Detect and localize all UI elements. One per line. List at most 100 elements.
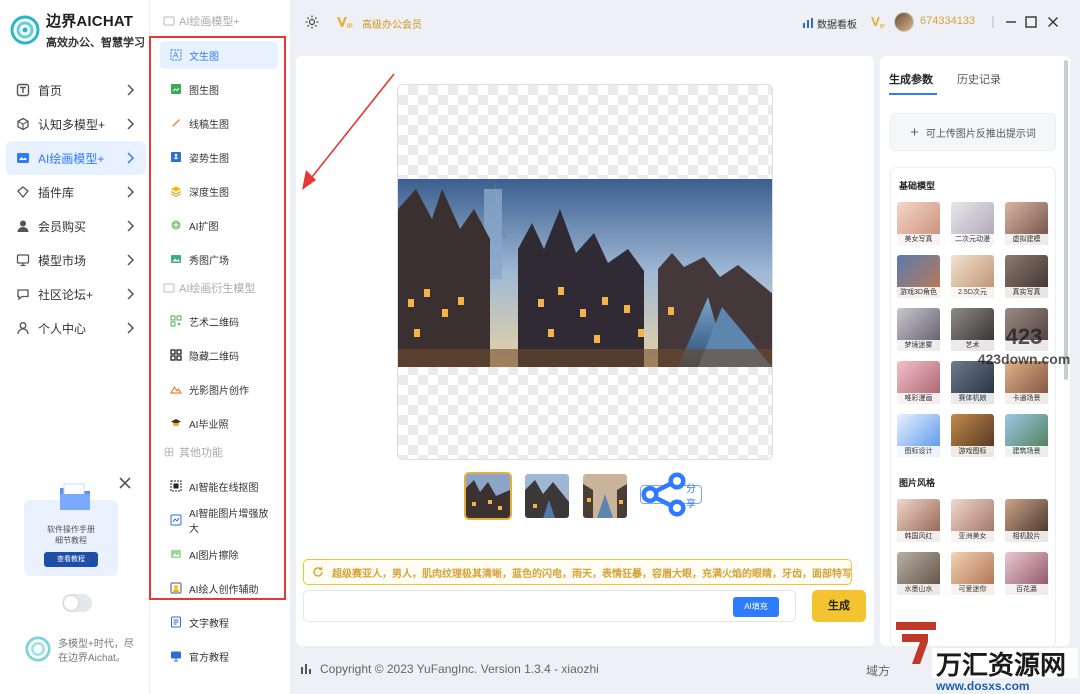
nav-label: 插件库 <box>38 185 75 200</box>
style-card[interactable]: 水墨山水 <box>897 552 940 595</box>
close-icon[interactable] <box>1044 13 1062 31</box>
style-card[interactable]: 韩国风红 <box>897 499 940 542</box>
refresh-icon[interactable] <box>312 566 324 578</box>
chevron-right-icon <box>127 84 135 96</box>
model-label: 卡通场景 <box>1005 393 1048 404</box>
model-card[interactable]: 建筑场景 <box>1005 414 1048 457</box>
gear-icon[interactable] <box>304 14 320 30</box>
thumbnail[interactable] <box>464 472 512 520</box>
submenu-item-art-qrcode[interactable]: 艺术二维码 <box>160 307 278 335</box>
svg-text:IP: IP <box>347 24 353 30</box>
nav-item-plugins[interactable]: 插件库 <box>6 175 146 209</box>
submenu-item-sketch-to-image[interactable]: 线稿生图 <box>160 109 278 137</box>
nav-item-model-market[interactable]: 模型市场 <box>6 243 146 277</box>
nav-item-forum[interactable]: 社区论坛+ <box>6 277 146 311</box>
folder-icon <box>60 483 90 510</box>
nav-item-home[interactable]: 首页 <box>6 73 146 107</box>
submenu-item-erase[interactable]: AI图片擦除 <box>160 540 278 568</box>
model-card[interactable]: 游戏3D角色 <box>897 255 940 298</box>
share-button[interactable]: 分享 <box>640 472 702 517</box>
footer-domain-label: 域方 <box>866 664 891 678</box>
thumbnail[interactable] <box>583 474 627 518</box>
style-card[interactable]: 相机胶片 <box>1005 499 1048 542</box>
style-card[interactable]: 亚洲美女 <box>951 499 994 542</box>
prompt-input[interactable]: AI填充 <box>303 590 796 622</box>
submenu-label: AI绘人创作辅助 <box>189 584 259 596</box>
mountain-icon <box>170 385 182 394</box>
avatar[interactable] <box>894 12 914 32</box>
submenu-item-light-shadow[interactable]: 光影图片创作 <box>160 375 278 403</box>
submenu-item-enhance[interactable]: AI智能图片增强放大 <box>160 506 278 535</box>
image-canvas[interactable] <box>397 84 773 460</box>
model-card[interactable]: 虚拟建模 <box>1005 202 1048 245</box>
submenu-item-ai-expand[interactable]: AI扩图 <box>160 211 278 239</box>
submenu-item-showcase[interactable]: 秀图广场 <box>160 245 278 273</box>
nav-item-multi-model[interactable]: 认知多模型+ <box>6 107 146 141</box>
generated-image[interactable] <box>398 179 773 367</box>
submenu-item-pose-to-image[interactable]: 姿势生图 <box>160 143 278 171</box>
dashboard-link[interactable]: 数据看板 <box>817 16 857 31</box>
ai-fill-button[interactable]: AI填充 <box>733 597 779 617</box>
submenu-label: 线稿生图 <box>189 119 229 131</box>
prompt-suggestion-bar[interactable]: 超级赛亚人，男人，肌肉纹理极其清晰，蓝色的闪电，雨天，表情狂暴，容眉大眼，充满火… <box>303 559 852 585</box>
model-card[interactable]: 图标设计 <box>897 414 940 457</box>
chevron-right-icon <box>127 288 135 300</box>
thumbnail[interactable] <box>525 474 569 518</box>
submenu-label: 官方教程 <box>189 652 229 664</box>
submenu-item-cutout[interactable]: AI智能在线抠图 <box>160 472 278 500</box>
submenu-item-hidden-qrcode[interactable]: 隐藏二维码 <box>160 341 278 369</box>
cutout-icon <box>170 480 182 492</box>
chevron-right-icon <box>127 220 135 232</box>
style-card[interactable]: 可爱迷你 <box>951 552 994 595</box>
base-models-title: 基础模型 <box>899 181 936 191</box>
style-card[interactable]: 百花瀛 <box>1005 552 1048 595</box>
nav-label: 模型市场 <box>38 253 87 268</box>
brand-logo[interactable]: 边界AICHAT 高效办公、智慧学习 <box>10 10 145 50</box>
image-icon <box>171 550 181 558</box>
submenu-item-image-to-image[interactable]: 图生图 <box>160 75 278 103</box>
maximize-icon[interactable] <box>1022 13 1040 31</box>
close-icon[interactable] <box>118 476 132 490</box>
model-card[interactable]: 二次元动漫 <box>951 202 994 245</box>
submenu-label: 姿势生图 <box>189 153 229 165</box>
submenu-item-text-to-image[interactable]: A 文生图 <box>160 41 278 69</box>
submenu-item-portrait-assist[interactable]: AI绘人创作辅助 <box>160 574 278 602</box>
canvas-icon <box>163 283 175 293</box>
tab-generate-params[interactable]: 生成参数 <box>889 71 933 87</box>
nav-item-personal-center[interactable]: 个人中心 <box>6 311 146 345</box>
tab-history[interactable]: 历史记录 <box>957 71 1001 87</box>
submenu-panel: AI绘画模型+ A 文生图 图生图 线稿生图 姿势生图 深度生图 AI扩图 秀图… <box>150 0 290 694</box>
market-icon <box>16 254 30 267</box>
enhance-icon <box>170 514 182 526</box>
vip-icon: IP <box>337 17 353 30</box>
view-tutorial-button[interactable]: 查看教程 <box>44 552 98 567</box>
sidebar: 边界AICHAT 高效办公、智慧学习 首页 认知多模型+ AI绘画模型+ 插件库… <box>0 0 150 694</box>
model-card[interactable]: 真实写真 <box>1005 255 1048 298</box>
submenu-label: 文字教程 <box>189 618 229 630</box>
pose-icon <box>171 152 181 162</box>
style-label: 可爱迷你 <box>951 584 994 595</box>
generate-button[interactable]: 生成 <box>812 590 866 622</box>
submenu-item-graduation-photo[interactable]: AI毕业照 <box>160 409 278 437</box>
chevron-right-icon <box>127 322 135 334</box>
model-label: 游戏3D角色 <box>897 287 940 298</box>
nav-item-membership[interactable]: 会员购买 <box>6 209 146 243</box>
submenu-item-text-tutorial[interactable]: 文字教程 <box>160 608 278 636</box>
vip-label[interactable]: 高级办公会员 <box>362 16 422 31</box>
upload-image-button[interactable]: + 可上传图片反推出提示词 <box>890 113 1056 151</box>
submenu-item-official-tutorial[interactable]: 官方教程 <box>160 642 278 670</box>
model-card[interactable]: 梦境迷雾 <box>897 308 940 351</box>
model-card[interactable]: 2.5D次元 <box>951 255 994 298</box>
model-card[interactable]: 游戏图标 <box>951 414 994 457</box>
model-label: 唯彩漫画 <box>897 393 940 404</box>
submenu-section-title: 其他功能 <box>163 444 223 460</box>
watermark-url: www.dosxs.com <box>935 679 1030 693</box>
user-id[interactable]: 674334133 <box>920 15 975 27</box>
model-card[interactable]: 美女写真 <box>897 202 940 245</box>
submenu-label: AI毕业照 <box>189 419 229 431</box>
minimize-icon[interactable] <box>1002 13 1020 31</box>
model-card[interactable]: 唯彩漫画 <box>897 361 940 404</box>
nav-item-ai-painting[interactable]: AI绘画模型+ <box>6 141 146 175</box>
theme-toggle[interactable] <box>62 594 92 612</box>
submenu-item-depth-to-image[interactable]: 深度生图 <box>160 177 278 205</box>
